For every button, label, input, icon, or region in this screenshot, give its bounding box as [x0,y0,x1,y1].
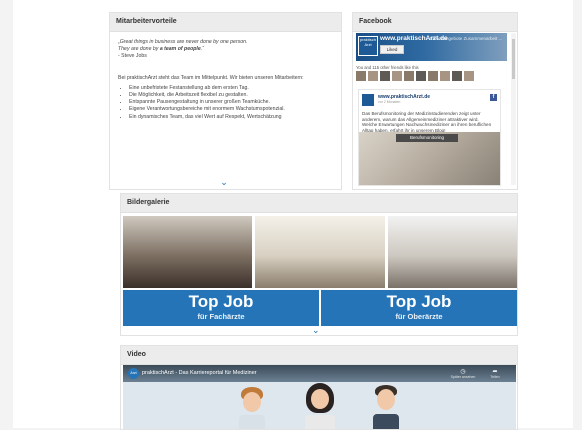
avatar[interactable] [404,71,414,81]
watch-later-label: Später ansehen [450,375,476,379]
figure-body [373,414,399,429]
quote-line-2-suffix: .“ [200,46,204,53]
video-title[interactable]: praktischArzt - Das Karriereportal für M… [142,370,257,376]
video-player[interactable]: Arzt praktischArzt - Das Karriereportal … [123,365,516,429]
top-job-banner-oberaerzte[interactable]: Top Job für Oberärzte [321,290,517,326]
facebook-page-logo[interactable]: praktisch Arzt [358,36,378,56]
facebook-panel: Facebook praktisch Arzt www.praktischArz… [352,12,518,190]
quote: „Great things in business are never done… [118,39,331,53]
figure-body [239,415,265,429]
post-image-label: Berufsmonitoring [396,134,458,142]
gallery-image[interactable] [255,216,385,288]
banner-subtitle: für Oberärzte [395,312,443,321]
expand-chevron-icon[interactable]: ⌄ [312,326,320,335]
avatar[interactable] [464,71,474,81]
avatar[interactable] [380,71,390,81]
page: Mitarbeitervorteile „Great things in bus… [13,0,573,430]
facebook-friend-avatars [356,71,506,81]
facebook-cover-text: ...Stellenangebote Zusammenarbeit ... [426,36,503,41]
video-panel: Video Arzt praktischArzt - Das Karrierep… [120,345,518,430]
video-title-bar: Arzt praktischArzt - Das Karriereportal … [123,365,516,382]
figure-head [377,389,395,410]
facebook-like-button[interactable]: Liked [380,45,404,54]
post-text: Das Berufsmonitoring der Medizinstudiere… [362,111,492,133]
top-job-banner-fachaerzte[interactable]: Top Job für Fachärzte [123,290,319,326]
share-label: Teilen [490,375,500,379]
avatar[interactable] [416,71,426,81]
expand-chevron-icon[interactable]: ⌄ [216,177,232,187]
quote-line-1: „Great things in business are never done… [118,39,248,45]
avatar[interactable] [392,71,402,81]
facebook-icon: f [490,94,497,101]
facebook-cover-image[interactable]: praktisch Arzt www.praktischArzt.de Like… [356,33,507,61]
figure-head [243,392,261,412]
post-avatar[interactable] [362,94,374,106]
facebook-post: www.praktischArzt.de vor 2 Monaten f Das… [358,89,501,186]
benefits-body: „Great things in business are never done… [118,39,331,175]
gallery-panel: Bildergalerie Top Job für Fachärzte Top … [120,193,518,336]
avatar[interactable] [440,71,450,81]
benefits-list: Eine unbefristete Festanstellung ab dem … [118,85,331,121]
figure-head [311,389,329,409]
banner-title: Top Job [188,292,254,311]
avatar[interactable] [368,71,378,81]
banner-title: Top Job [386,292,452,311]
channel-logo[interactable]: Arzt [128,368,139,379]
gallery-image[interactable] [388,216,517,288]
post-time[interactable]: vor 2 Monaten [378,100,400,104]
quote-line-2-prefix: They are done by [118,46,160,53]
figure-body [305,415,335,429]
scrollbar-thumb[interactable] [512,39,515,79]
facebook-scrollbar[interactable] [511,33,516,185]
benefit-item: Die Möglichkeit, die Arbeitszeit flexibe… [129,92,331,99]
gallery-image[interactable] [123,216,252,288]
benefits-panel: Mitarbeitervorteile „Great things in bus… [109,12,342,190]
avatar[interactable] [428,71,438,81]
benefit-item: Ein dynamisches Team, das viel Wert auf … [129,114,331,121]
quote-author: - Steve Jobs [118,53,147,60]
video-heading: Video [121,346,517,365]
facebook-heading: Facebook [353,13,517,32]
benefits-intro: Bei praktischArzt steht das Team im Mitt… [118,74,304,81]
benefit-item: Eine unbefristete Festanstellung ab dem … [129,85,331,92]
gallery-heading: Bildergalerie [121,194,517,213]
avatar[interactable] [356,71,366,81]
benefits-heading: Mitarbeitervorteile [110,13,341,32]
share-button[interactable]: ➦ Teilen [481,368,509,379]
avatar[interactable] [452,71,462,81]
quote-line-2-bold: a team of people [159,46,201,53]
benefit-item: Entspannte Pausengestaltung in unserer g… [129,99,331,106]
facebook-friends-text: You and 115 other friends like this [356,65,419,70]
banner-subtitle: für Fachärzte [197,312,245,321]
watch-later-button[interactable]: ◷ Später ansehen [449,368,477,379]
benefit-item: Eigene Verantwortungsbereiche mit enorme… [129,106,331,113]
